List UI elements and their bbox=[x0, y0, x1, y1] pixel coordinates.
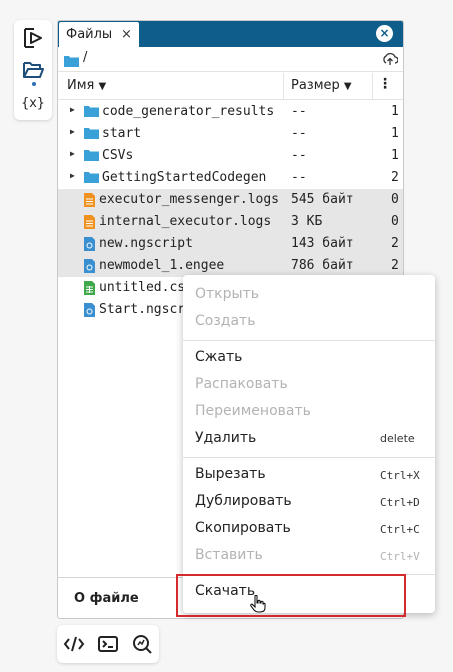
list-item[interactable]: ▶ CSVs -- 1 bbox=[58, 145, 403, 167]
shortcut-copy: Ctrl+C bbox=[380, 523, 420, 536]
bottom-toolbar bbox=[57, 625, 159, 663]
file-size: -- bbox=[291, 126, 307, 141]
menu-item-delete[interactable]: Удалить bbox=[195, 430, 256, 446]
column-divider[interactable] bbox=[372, 73, 373, 99]
active-indicator bbox=[32, 82, 36, 86]
folder-open-icon[interactable] bbox=[21, 58, 45, 82]
column-name-label: Имя bbox=[67, 78, 95, 93]
chevron-right-icon[interactable]: ▶ bbox=[70, 127, 75, 136]
menu-divider bbox=[183, 457, 435, 458]
path-root[interactable]: / bbox=[83, 50, 87, 65]
context-menu: Открыть Создать Сжать Распаковать Переим… bbox=[183, 275, 435, 613]
tab-close-icon[interactable]: × bbox=[121, 22, 132, 47]
chevron-right-icon[interactable]: ▶ bbox=[70, 149, 75, 158]
folder-icon bbox=[84, 127, 99, 143]
file-size: 3 КБ bbox=[291, 214, 323, 229]
list-item[interactable]: ▶ GettingStartedCodegen -- 2 bbox=[58, 167, 403, 189]
menu-item-duplicate[interactable]: Дублировать bbox=[195, 493, 292, 509]
list-item[interactable]: new.ngscript 143 байт 2 bbox=[58, 233, 403, 255]
breadcrumb: / bbox=[58, 47, 403, 72]
shortcut-cut: Ctrl+X bbox=[380, 469, 420, 482]
menu-item-extract[interactable]: Распаковать bbox=[195, 376, 288, 392]
column-size-label: Размер bbox=[291, 78, 340, 93]
file-size: -- bbox=[291, 170, 307, 185]
menu-item-paste[interactable]: Вставить bbox=[195, 547, 263, 563]
file-extra: 1 bbox=[391, 104, 399, 119]
menu-item-copy[interactable]: Скопировать bbox=[195, 520, 291, 536]
script-file-icon bbox=[84, 303, 95, 321]
file-name: untitled.cs bbox=[99, 280, 186, 295]
upload-icon[interactable] bbox=[382, 51, 399, 71]
run-icon[interactable] bbox=[21, 26, 45, 50]
csv-file-icon bbox=[84, 281, 95, 299]
highlight-box bbox=[176, 574, 406, 617]
file-name: start bbox=[102, 126, 142, 141]
menu-item-rename[interactable]: Переименовать bbox=[195, 403, 311, 419]
file-extra: 2 bbox=[391, 258, 399, 273]
file-size: -- bbox=[291, 104, 307, 119]
file-name: Start.ngscr bbox=[99, 302, 186, 317]
shortcut-delete: delete bbox=[380, 432, 415, 445]
list-item[interactable]: internal_executor.logs 3 КБ 0 bbox=[58, 211, 403, 233]
sort-arrow-icon: ▼ bbox=[98, 81, 107, 92]
tab-bar: Файлы × × bbox=[58, 21, 403, 47]
file-extra: 1 bbox=[391, 126, 399, 141]
script-file-icon bbox=[84, 237, 95, 255]
tab-files-label: Файлы bbox=[66, 27, 113, 42]
side-toolbar: {x} bbox=[14, 20, 52, 120]
list-item[interactable]: newmodel_1.engee 786 байт 2 bbox=[58, 255, 403, 277]
table-header: Имя ▼ Размер ▼ ⋮ bbox=[58, 73, 403, 100]
shortcut-duplicate: Ctrl+D bbox=[380, 496, 420, 509]
file-name: internal_executor.logs bbox=[99, 214, 272, 229]
more-options-icon[interactable]: ⋮ bbox=[378, 76, 392, 92]
chevron-right-icon[interactable]: ▶ bbox=[70, 105, 75, 114]
file-info-label: О файле bbox=[74, 591, 139, 606]
panel-close-icon[interactable]: × bbox=[376, 25, 393, 42]
column-size[interactable]: Размер ▼ bbox=[291, 78, 352, 93]
folder-icon bbox=[84, 149, 99, 165]
terminal-icon[interactable] bbox=[96, 632, 120, 656]
menu-item-create[interactable]: Создать bbox=[195, 313, 255, 329]
code-icon[interactable] bbox=[62, 632, 86, 656]
variables-icon[interactable]: {x} bbox=[21, 90, 45, 114]
file-extra: 2 bbox=[391, 236, 399, 251]
tab-files[interactable]: Файлы × bbox=[59, 22, 139, 47]
file-name: code_generator_results bbox=[102, 104, 275, 119]
list-item[interactable]: ▶ code_generator_results -- 1 bbox=[58, 101, 403, 123]
file-extra: 1 bbox=[391, 148, 399, 163]
svg-text:{x}: {x} bbox=[21, 96, 44, 111]
file-name: GettingStartedCodegen bbox=[102, 170, 267, 185]
folder-icon bbox=[84, 105, 99, 121]
file-name: new.ngscript bbox=[99, 236, 193, 251]
file-extra: 2 bbox=[391, 170, 399, 185]
file-name: executor_messenger.logs bbox=[99, 192, 280, 207]
menu-item-cut[interactable]: Вырезать bbox=[195, 466, 266, 482]
log-file-icon bbox=[84, 215, 95, 233]
column-divider[interactable] bbox=[283, 73, 284, 99]
file-name: newmodel_1.engee bbox=[99, 258, 225, 273]
menu-divider bbox=[183, 340, 435, 341]
list-item[interactable]: ▶ start -- 1 bbox=[58, 123, 403, 145]
list-item[interactable]: executor_messenger.logs 545 байт 0 bbox=[58, 189, 403, 211]
folder-icon bbox=[84, 171, 99, 187]
file-name: CSVs bbox=[102, 148, 134, 163]
file-size: -- bbox=[291, 148, 307, 163]
file-extra: 0 bbox=[391, 192, 399, 207]
log-file-icon bbox=[84, 193, 95, 211]
file-size: 545 байт bbox=[291, 192, 354, 207]
menu-item-compress[interactable]: Сжать bbox=[195, 349, 242, 365]
chevron-right-icon[interactable]: ▶ bbox=[70, 171, 75, 180]
file-extra: 0 bbox=[391, 214, 399, 229]
file-size: 786 байт bbox=[291, 258, 354, 273]
file-size: 143 байт bbox=[291, 236, 354, 251]
column-name[interactable]: Имя ▼ bbox=[67, 78, 106, 93]
folder-icon bbox=[64, 52, 79, 71]
model-file-icon bbox=[84, 259, 95, 277]
hand-cursor-icon bbox=[250, 594, 266, 617]
size-dropdown-icon: ▼ bbox=[343, 81, 352, 92]
shortcut-paste: Ctrl+V bbox=[380, 550, 420, 563]
menu-item-open[interactable]: Открыть bbox=[195, 286, 259, 302]
search-graph-icon[interactable] bbox=[130, 632, 154, 656]
